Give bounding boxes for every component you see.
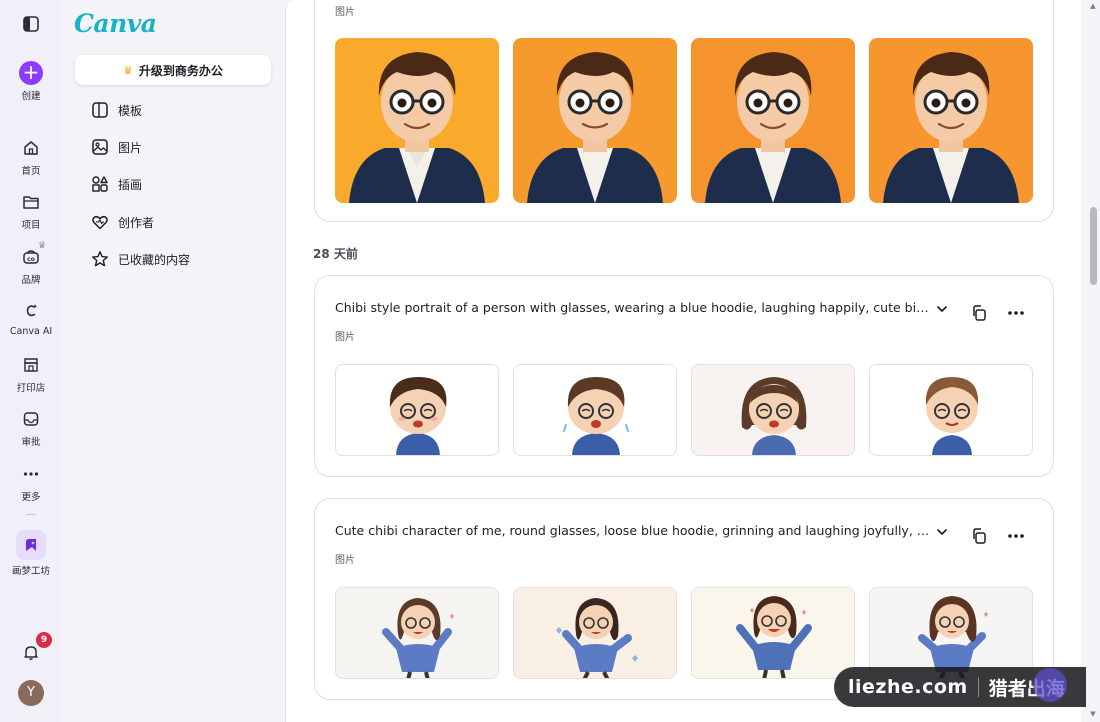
more-options-button[interactable] bbox=[1004, 301, 1028, 325]
rail-item-projects[interactable]: 项目 bbox=[0, 190, 62, 231]
result-thumbnail[interactable] bbox=[513, 364, 677, 456]
rail-divider bbox=[26, 514, 36, 515]
folder-icon bbox=[19, 190, 43, 214]
shop-icon bbox=[19, 353, 43, 377]
svg-text:co: co bbox=[27, 256, 35, 263]
sidebar-item-illustrations[interactable]: 插画 bbox=[90, 172, 142, 196]
rail-item-canva-ai[interactable]: Canva AI bbox=[0, 299, 62, 337]
notifications-button[interactable]: 9 bbox=[0, 632, 62, 664]
create-label: 创建 bbox=[21, 91, 41, 102]
scrollbar-track[interactable] bbox=[1086, 0, 1100, 722]
dream-lab-app-icon bbox=[16, 530, 46, 560]
watermark-divider bbox=[977, 677, 979, 697]
sidebar-item-label: 插画 bbox=[118, 177, 143, 192]
home-icon bbox=[19, 136, 43, 160]
scroll-up-arrow-icon[interactable]: ▲ bbox=[1088, 2, 1098, 12]
chevron-down-icon bbox=[937, 306, 947, 312]
brand-label: 品牌 bbox=[21, 275, 41, 286]
creator-heart-icon bbox=[90, 212, 110, 232]
rail-item-more[interactable]: 更多 bbox=[0, 462, 62, 503]
copy-prompt-button[interactable] bbox=[967, 524, 991, 548]
sidebar-item-images[interactable]: 图片 bbox=[90, 135, 142, 159]
more-horizontal-icon bbox=[1008, 534, 1024, 538]
premium-crown-icon: ♛ bbox=[38, 241, 47, 251]
scrollbar-thumb[interactable] bbox=[1090, 207, 1097, 285]
result-thumbnail[interactable] bbox=[335, 364, 499, 456]
main-content: 图片 28 天前 Chibi style portrait of a perso… bbox=[285, 0, 1081, 722]
star-icon bbox=[90, 249, 110, 269]
rail-item-approvals[interactable]: 审批 bbox=[0, 407, 62, 448]
sidebar-item-label: 创作者 bbox=[118, 215, 155, 230]
canva-ai-icon bbox=[19, 299, 43, 323]
card-subtitle: 图片 bbox=[335, 555, 355, 566]
date-section-label: 28 天前 bbox=[313, 247, 358, 261]
result-thumbnail[interactable] bbox=[513, 587, 677, 679]
prompt-title[interactable]: Cute chibi character of me, round glasse… bbox=[335, 523, 930, 538]
sidebar-item-templates[interactable]: 模板 bbox=[90, 98, 142, 122]
card-subtitle: 图片 bbox=[335, 332, 355, 343]
rail-item-brand[interactable]: co ♛ 品牌 bbox=[0, 241, 62, 286]
copy-icon bbox=[973, 528, 986, 544]
copy-icon bbox=[973, 305, 986, 321]
card-subtitle: 图片 bbox=[335, 7, 355, 18]
account-button[interactable]: Y bbox=[0, 680, 62, 706]
rail-item-dream-lab[interactable]: 画梦工坊 bbox=[0, 530, 62, 577]
sidebar-item-favorites[interactable]: 已收藏的内容 bbox=[90, 247, 190, 271]
result-thumbnail[interactable] bbox=[869, 587, 1033, 679]
secondary-sidebar: Canva ♛ 升级到商务办公 模板 图片 插画 创作者 已收藏的内容 bbox=[62, 0, 285, 722]
expand-prompt-button[interactable] bbox=[930, 520, 954, 544]
result-thumbnail[interactable] bbox=[691, 364, 855, 456]
more-label: 更多 bbox=[21, 492, 41, 503]
upgrade-label: 升级到商务办公 bbox=[138, 63, 223, 78]
print-shop-label: 打印店 bbox=[16, 383, 46, 394]
projects-label: 项目 bbox=[21, 220, 41, 231]
app-rail: + 创建 首页 项目 co ♛ 品牌 Canva AI 打印店 审批 更多 画梦… bbox=[0, 0, 62, 722]
sidebar-item-label: 图片 bbox=[118, 140, 143, 155]
dream-lab-label: 画梦工坊 bbox=[11, 566, 50, 577]
home-label: 首页 bbox=[21, 166, 41, 177]
result-thumbnail[interactable] bbox=[335, 38, 499, 203]
sidebar-toggle-icon bbox=[19, 12, 43, 36]
toggle-sidebar-button[interactable] bbox=[0, 12, 62, 36]
generation-card: Chibi style portrait of a person with gl… bbox=[314, 275, 1054, 477]
more-dots-icon bbox=[19, 462, 43, 486]
sidebar-item-creators[interactable]: 创作者 bbox=[90, 210, 154, 234]
plus-icon: + bbox=[19, 61, 43, 85]
template-icon bbox=[90, 100, 110, 120]
rail-item-home[interactable]: 首页 bbox=[0, 136, 62, 177]
sidebar-item-label: 模板 bbox=[118, 103, 143, 118]
illustration-icon bbox=[90, 174, 110, 194]
more-options-button[interactable] bbox=[1004, 524, 1028, 548]
watermark-domain: liezhe.com bbox=[848, 676, 968, 698]
create-button[interactable]: + 创建 bbox=[0, 61, 62, 102]
result-thumbnail[interactable] bbox=[691, 38, 855, 203]
copy-prompt-button[interactable] bbox=[967, 301, 991, 325]
result-thumbnail[interactable] bbox=[513, 38, 677, 203]
notification-badge: 9 bbox=[36, 632, 52, 648]
canva-ai-label: Canva AI bbox=[9, 326, 53, 337]
inbox-icon bbox=[19, 407, 43, 431]
generation-card: 图片 bbox=[314, 0, 1054, 222]
more-horizontal-icon bbox=[1008, 311, 1024, 315]
crown-icon: ♛ bbox=[123, 63, 133, 77]
result-thumbnail[interactable] bbox=[691, 587, 855, 679]
image-icon bbox=[90, 137, 110, 157]
expand-prompt-button[interactable] bbox=[930, 297, 954, 321]
sidebar-item-label: 已收藏的内容 bbox=[118, 252, 191, 267]
upgrade-button[interactable]: ♛ 升级到商务办公 bbox=[75, 55, 271, 85]
result-thumbnail[interactable] bbox=[869, 38, 1033, 203]
scroll-down-arrow-icon[interactable]: ▼ bbox=[1088, 710, 1098, 720]
chevron-down-icon bbox=[937, 529, 947, 535]
approvals-label: 审批 bbox=[21, 437, 41, 448]
prompt-title[interactable]: Chibi style portrait of a person with gl… bbox=[335, 300, 930, 315]
rail-item-print-shop[interactable]: 打印店 bbox=[0, 353, 62, 394]
result-thumbnail[interactable] bbox=[335, 587, 499, 679]
floating-assistant-icon[interactable] bbox=[1033, 668, 1067, 702]
canva-logo[interactable]: Canva bbox=[74, 9, 157, 38]
avatar: Y bbox=[18, 680, 44, 706]
result-thumbnail[interactable] bbox=[869, 364, 1033, 456]
